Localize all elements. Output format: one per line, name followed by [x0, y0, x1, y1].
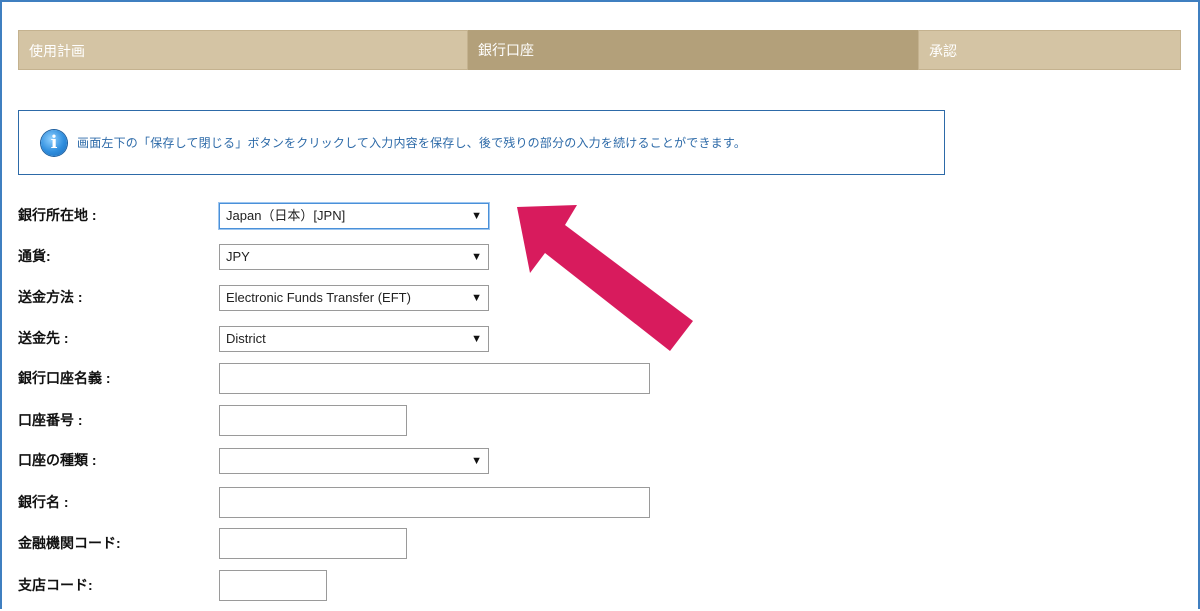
destination-select[interactable]: District ▼	[219, 326, 489, 352]
step-approval[interactable]: 承認	[918, 30, 1181, 70]
account-number-input[interactable]	[219, 405, 407, 436]
account-type-label: 口座の種類 :	[18, 452, 97, 468]
chevron-down-icon: ▼	[471, 292, 482, 304]
bank-country-label: 銀行所在地 :	[18, 207, 97, 223]
account-type-select[interactable]: ▼	[219, 448, 489, 474]
account-number-label: 口座番号 :	[18, 412, 83, 428]
currency-label: 通貨:	[18, 248, 51, 264]
account-holder-label: 銀行口座名義 :	[18, 370, 111, 386]
branch-code-label: 支店コード:	[18, 577, 93, 593]
bank-country-select[interactable]: Japan（日本）[JPN] ▼	[219, 203, 489, 229]
transfer-method-select[interactable]: Electronic Funds Transfer (EFT) ▼	[219, 285, 489, 311]
bank-name-label: 銀行名 :	[18, 494, 69, 510]
institution-code-label: 金融機関コード:	[18, 535, 121, 551]
row-transfer-method: 送金方法 : Electronic Funds Transfer (EFT) ▼	[18, 282, 498, 312]
bank-country-value: Japan（日本）[JPN]	[226, 208, 346, 223]
destination-label: 送金先 :	[18, 330, 69, 346]
step-usage-plan[interactable]: 使用計画	[18, 30, 468, 70]
currency-select[interactable]: JPY ▼	[219, 244, 489, 270]
info-icon: i	[41, 129, 67, 156]
row-currency: 通貨: JPY ▼	[18, 241, 498, 271]
chevron-down-icon: ▼	[471, 455, 482, 467]
row-institution-code: 金融機関コード:	[18, 528, 418, 559]
institution-code-input[interactable]	[219, 528, 407, 559]
info-text: 画面左下の「保存して閉じる」ボタンをクリックして入力内容を保存し、後で残りの部分…	[77, 136, 747, 150]
branch-code-input[interactable]	[219, 570, 327, 601]
row-destination: 送金先 : District ▼	[18, 323, 498, 353]
highlight-arrow-icon	[517, 205, 693, 351]
row-account-type: 口座の種類 : ▼	[18, 445, 498, 475]
account-holder-input[interactable]	[219, 363, 650, 394]
bank-name-input[interactable]	[219, 487, 650, 518]
step-tabs: 使用計画 銀行口座 承認	[18, 30, 1181, 70]
highlight-arrow-shape	[517, 205, 693, 351]
chevron-down-icon: ▼	[471, 210, 482, 222]
row-branch-code: 支店コード:	[18, 570, 358, 601]
transfer-method-label: 送金方法 :	[18, 289, 83, 305]
currency-value: JPY	[226, 249, 250, 264]
info-box: i 画面左下の「保存して閉じる」ボタンをクリックして入力内容を保存し、後で残りの…	[18, 110, 945, 175]
chevron-down-icon: ▼	[471, 251, 482, 263]
destination-value: District	[226, 331, 266, 346]
row-bank-country: 銀行所在地 : Japan（日本）[JPN] ▼	[18, 200, 498, 230]
row-account-number: 口座番号 :	[18, 405, 418, 436]
transfer-method-value: Electronic Funds Transfer (EFT)	[226, 290, 411, 305]
step-bank-account[interactable]: 銀行口座	[468, 30, 918, 70]
chevron-down-icon: ▼	[471, 333, 482, 345]
row-bank-name: 銀行名 :	[18, 487, 658, 518]
row-account-holder: 銀行口座名義 :	[18, 363, 658, 394]
